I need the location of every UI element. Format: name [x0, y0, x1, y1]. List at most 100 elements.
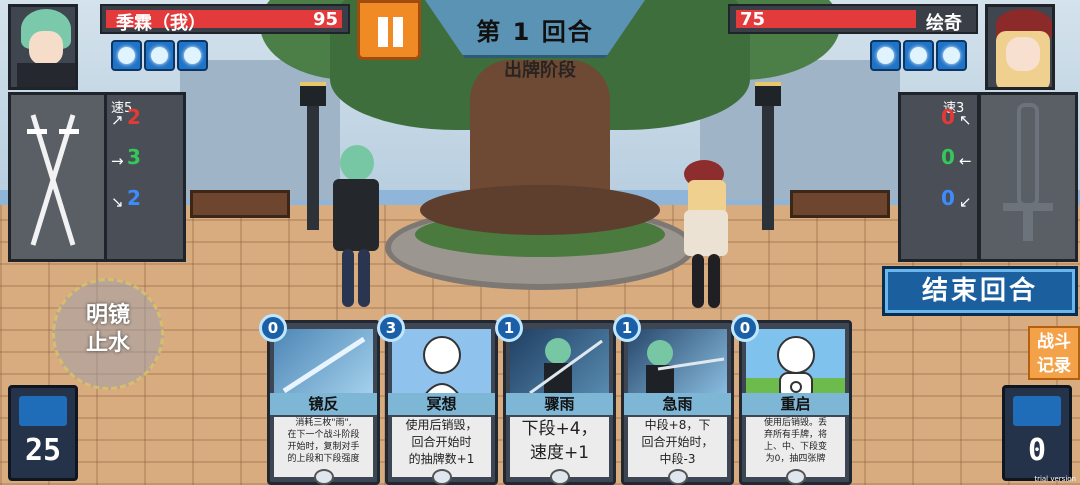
card-type-icon — [786, 469, 806, 485]
opponent-portrait[interactable] — [985, 4, 1055, 90]
high-attack-icon: ↖ — [959, 111, 972, 129]
card-art — [628, 329, 727, 399]
restart-figure-icon — [777, 336, 815, 399]
card-cost: 0 — [731, 314, 759, 342]
opponent-stat-low: 0 — [941, 186, 955, 210]
mid-attack-icon: ← — [959, 152, 972, 170]
player-stat-panel: 速5 ↗ 2 → 3 ↘ 2 — [104, 92, 186, 262]
card-name: 镜反 — [270, 393, 377, 415]
opponent-stat-panel: 速3 0 ↖ 0 ← 0 ↙ — [898, 92, 980, 262]
player-stat-high: 2 — [127, 105, 141, 129]
low-attack-icon: ↙ — [959, 193, 972, 211]
rain-swordsman-icon — [529, 338, 603, 399]
player-portrait[interactable] — [8, 4, 78, 90]
player-leg — [358, 249, 370, 307]
card-name: 冥想 — [388, 393, 495, 415]
high-attack-icon: ↗ — [111, 111, 124, 129]
pause-button[interactable] — [357, 0, 421, 60]
player-weapon-panel — [8, 92, 108, 262]
player-hp-value: 95 — [312, 9, 338, 30]
player-deck-count: 25 — [24, 433, 62, 468]
card-art — [510, 329, 609, 399]
skill-label-line2: 止水 — [85, 331, 130, 356]
sword-icon — [1003, 103, 1053, 241]
opponent-leg — [708, 254, 720, 308]
opponent-energy-orb — [936, 40, 967, 71]
portrait-face — [1006, 37, 1040, 71]
battle-log-button[interactable]: 战斗 记录 — [1028, 326, 1080, 380]
player-energy-orb — [177, 40, 208, 71]
player-stat-mid: 3 — [127, 145, 141, 169]
opponent-name: 绘奇 — [926, 13, 962, 34]
deck-icon — [1013, 396, 1061, 426]
opponent-deck: 0 — [1002, 385, 1072, 481]
player-character — [325, 145, 385, 310]
card-art — [392, 329, 491, 399]
player-coat — [333, 179, 379, 251]
opponent-energy-orb — [903, 40, 934, 71]
player-name: 季霖（我） — [116, 13, 206, 34]
street-lamp-head — [300, 82, 326, 106]
card-art — [746, 329, 845, 399]
low-attack-icon: ↘ — [111, 193, 124, 211]
opponent-stat-high: 0 — [941, 105, 955, 129]
card-mingxiang[interactable]: 冥想 使用后销毁， 回合开始时 的抽牌数+1 — [385, 320, 498, 485]
opponent-sweater — [684, 210, 728, 256]
opponent-energy-orb — [870, 40, 901, 71]
player-energy-orb — [144, 40, 175, 71]
card-type-icon — [668, 469, 688, 485]
katana-icon — [27, 114, 79, 246]
card-cost: 1 — [613, 314, 641, 342]
meditate-figure-icon — [421, 336, 463, 399]
card-cost: 0 — [259, 314, 287, 342]
card-jiyu[interactable]: 急雨 中段+8，下 回合开始时， 中段-3 — [621, 320, 734, 485]
player-leg — [342, 249, 354, 307]
park-bench-left — [190, 190, 290, 218]
card-description: 使用后销毁。丢 弃所有手牌，将 上、中、下段变 为0，抽四张牌 — [746, 417, 845, 477]
card-description: 下段+4， 速度+1 — [510, 417, 609, 477]
deck-icon — [19, 396, 67, 426]
player-deck[interactable]: 25 — [8, 385, 78, 481]
card-chongqi[interactable]: 重启 使用后销毁。丢 弃所有手牌，将 上、中、下段变 为0，抽四张牌 — [739, 320, 852, 485]
rain-swordsman-icon — [646, 340, 725, 399]
mid-attack-icon: → — [111, 152, 124, 170]
opponent-hp-value: 75 — [740, 9, 766, 30]
opponent-character — [680, 160, 736, 310]
battle-log-label-1: 战斗 — [1037, 332, 1071, 352]
opponent-hp-bar: 75 绘奇 — [728, 4, 978, 34]
opponent-deck-count: 0 — [1027, 433, 1047, 468]
card-description: 中段+8，下 回合开始时， 中段-3 — [628, 417, 727, 477]
street-lamp-left — [307, 100, 319, 230]
street-lamp-right — [762, 100, 774, 230]
player-hp-bar: 季霖（我） 95 — [100, 4, 350, 34]
end-turn-button[interactable]: 结束回合 — [882, 266, 1078, 316]
card-cost: 3 — [377, 314, 405, 342]
card-cost: 1 — [495, 314, 523, 342]
card-name: 急雨 — [624, 393, 731, 415]
portrait-jacket — [17, 63, 75, 87]
opponent-leg — [692, 254, 704, 308]
battle-log-label-2: 记录 — [1037, 356, 1071, 376]
opponent-weapon-panel — [978, 92, 1078, 262]
round-label: 第 1 回合 — [476, 18, 594, 46]
player-energy-orb — [111, 40, 142, 71]
tree-roots — [420, 185, 660, 235]
skill-label: 明镜 止水 — [52, 302, 164, 358]
park-bench-right — [790, 190, 890, 218]
mirror-sword-icon — [282, 336, 366, 394]
opponent-stat-mid: 0 — [941, 145, 955, 169]
phase-label: 出牌阶段 — [504, 60, 576, 81]
card-type-icon — [314, 469, 334, 485]
card-type-icon — [432, 469, 452, 485]
card-zhouyu[interactable]: 骤雨 下段+4， 速度+1 — [503, 320, 616, 485]
card-description: 消耗三枚"雨", 在下一个战斗阶段 开始时，复制对手 的上段和下段强度 — [274, 417, 373, 477]
player-hair — [340, 145, 374, 181]
card-type-icon — [550, 469, 570, 485]
card-jingfan[interactable]: 镜反 消耗三枚"雨", 在下一个战斗阶段 开始时，复制对手 的上段和下段强度 — [267, 320, 380, 485]
card-description: 使用后销毁， 回合开始时 的抽牌数+1 — [392, 417, 491, 477]
street-lamp-head — [755, 82, 781, 106]
card-art — [274, 329, 373, 399]
portrait-face — [29, 31, 63, 65]
watermark: trial version — [1034, 475, 1076, 483]
card-name: 骤雨 — [506, 393, 613, 415]
